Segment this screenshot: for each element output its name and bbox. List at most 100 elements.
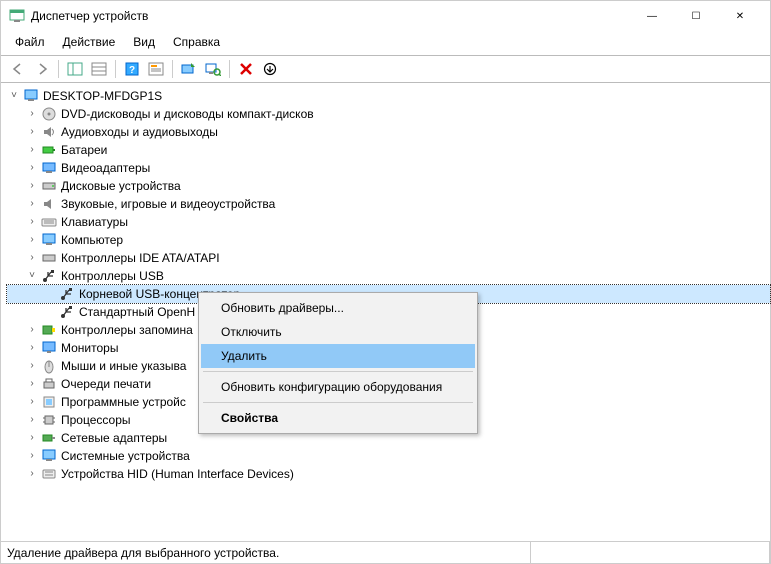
tree-label: Компьютер (61, 231, 123, 249)
properties-button[interactable] (145, 58, 167, 80)
scan-hardware-button[interactable] (202, 58, 224, 80)
tree-label: Контроллеры запомина (61, 321, 193, 339)
menu-view[interactable]: Вид (125, 33, 163, 51)
expand-icon[interactable]: › (25, 159, 39, 177)
expand-icon[interactable]: › (25, 429, 39, 447)
tree-label: Аудиовходы и аудиовыходы (61, 123, 218, 141)
tree-node-dvd[interactable]: › DVD-дисководы и дисководы компакт-диск… (7, 105, 770, 123)
minimize-button[interactable]: — (630, 2, 674, 30)
show-hide-tree-button[interactable] (64, 58, 86, 80)
tree-node-ide[interactable]: › Контроллеры IDE ATA/ATAPI (7, 249, 770, 267)
tree-label: Системные устройства (61, 447, 190, 465)
cm-properties[interactable]: Свойства (201, 406, 475, 430)
cm-scan-hardware[interactable]: Обновить конфигурацию оборудования (201, 375, 475, 399)
system-device-icon (41, 448, 57, 464)
usb-icon (59, 304, 75, 320)
display-adapter-icon (41, 160, 57, 176)
network-icon (41, 430, 57, 446)
tree-label: DVD-дисководы и дисководы компакт-дисков (61, 105, 314, 123)
expand-icon[interactable]: › (25, 213, 39, 231)
disc-drive-icon (41, 106, 57, 122)
maximize-icon: ☐ (692, 11, 701, 22)
expand-icon[interactable]: › (25, 123, 39, 141)
expand-icon[interactable]: › (25, 393, 39, 411)
uninstall-button[interactable] (235, 58, 257, 80)
titlebar: Диспетчер устройств — ☐ ✕ (1, 1, 770, 31)
keyboard-icon (41, 214, 57, 230)
toolbar-separator (58, 60, 59, 78)
disable-button[interactable] (259, 58, 281, 80)
tree-node-usb[interactable]: ˅ Контроллеры USB (7, 267, 770, 285)
collapse-icon[interactable]: ˅ (7, 87, 21, 105)
ide-icon (41, 250, 57, 266)
hid-icon (41, 466, 57, 482)
close-icon: ✕ (736, 11, 744, 22)
tree-node-keyboard[interactable]: › Клавиатуры (7, 213, 770, 231)
expand-icon[interactable]: › (25, 375, 39, 393)
cm-disable[interactable]: Отключить (201, 320, 475, 344)
expand-icon[interactable]: › (25, 195, 39, 213)
context-menu: Обновить драйверы... Отключить Удалить О… (198, 292, 478, 434)
usb-icon (41, 268, 57, 284)
close-button[interactable]: ✕ (718, 2, 762, 30)
battery-icon (41, 142, 57, 158)
mouse-icon (41, 358, 57, 374)
menu-file[interactable]: Файл (7, 33, 53, 51)
tree-node-computer[interactable]: › Компьютер (7, 231, 770, 249)
expand-icon[interactable]: › (25, 177, 39, 195)
tree-root-label: DESKTOP-MFDGP1S (43, 87, 162, 105)
tree-label: Устройства HID (Human Interface Devices) (61, 465, 294, 483)
expand-icon[interactable]: › (25, 249, 39, 267)
svg-text:?: ? (129, 65, 135, 76)
list-view-button[interactable] (88, 58, 110, 80)
expand-icon[interactable]: › (25, 141, 39, 159)
tree-node-system[interactable]: › Системные устройства (7, 447, 770, 465)
tree-node-video[interactable]: › Видеоадаптеры (7, 159, 770, 177)
tree-node-hid[interactable]: › Устройства HID (Human Interface Device… (7, 465, 770, 483)
expand-icon[interactable]: › (25, 339, 39, 357)
cm-delete[interactable]: Удалить (201, 344, 475, 368)
sound-icon (41, 196, 57, 212)
tree-label: Программные устройс (61, 393, 186, 411)
expand-icon[interactable]: › (25, 105, 39, 123)
tree-label: Процессоры (61, 411, 131, 429)
collapse-icon[interactable]: ˅ (25, 267, 39, 285)
expand-icon[interactable]: › (25, 465, 39, 483)
menu-help[interactable]: Справка (165, 33, 228, 51)
tree-root[interactable]: ˅ DESKTOP-MFDGP1S (7, 87, 770, 105)
tree-label: Клавиатуры (61, 213, 128, 231)
toolbar-separator (115, 60, 116, 78)
toolbar: ? (1, 55, 770, 83)
expand-icon[interactable]: › (25, 357, 39, 375)
cm-update-drivers[interactable]: Обновить драйверы... (201, 296, 475, 320)
cpu-icon (41, 412, 57, 428)
nav-back-button[interactable] (7, 58, 29, 80)
tree-node-audio[interactable]: › Аудиовходы и аудиовыходы (7, 123, 770, 141)
computer-icon (23, 88, 39, 104)
expand-icon[interactable]: › (25, 321, 39, 339)
tree-label: Видеоадаптеры (61, 159, 150, 177)
maximize-button[interactable]: ☐ (674, 2, 718, 30)
app-icon (9, 8, 25, 24)
tree-node-battery[interactable]: › Батареи (7, 141, 770, 159)
status-cell-empty (531, 542, 770, 563)
tree-node-sound[interactable]: › Звуковые, игровые и видеоустройства (7, 195, 770, 213)
cm-separator (203, 402, 473, 403)
help-button[interactable]: ? (121, 58, 143, 80)
window-title: Диспетчер устройств (31, 9, 630, 23)
menu-action[interactable]: Действие (55, 33, 124, 51)
nav-forward-button[interactable] (31, 58, 53, 80)
tree-label: Контроллеры USB (61, 267, 164, 285)
tree-label: Мыши и иные указыва (61, 357, 186, 375)
update-driver-button[interactable] (178, 58, 200, 80)
computer-icon (41, 232, 57, 248)
tree-label: Очереди печати (61, 375, 151, 393)
cm-separator (203, 371, 473, 372)
expand-icon[interactable]: › (25, 231, 39, 249)
expand-icon[interactable]: › (25, 447, 39, 465)
storage-controller-icon (41, 322, 57, 338)
tree-node-disk[interactable]: › Дисковые устройства (7, 177, 770, 195)
tree-label: Стандартный OpenH (79, 303, 195, 321)
expand-icon[interactable]: › (25, 411, 39, 429)
tree-label: Сетевые адаптеры (61, 429, 167, 447)
